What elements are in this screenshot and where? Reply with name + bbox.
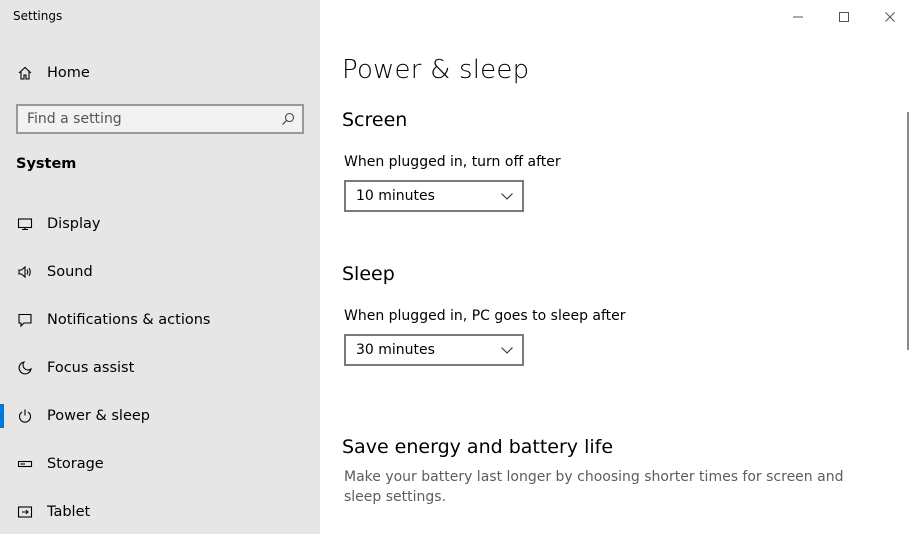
main-content: Power & sleep Screen When plugged in, tu… (320, 0, 913, 534)
sidebar-item-tablet[interactable]: Tablet (0, 492, 320, 532)
close-icon (885, 12, 895, 22)
sidebar-item-sound[interactable]: Sound (0, 252, 320, 292)
chevron-down-icon (501, 193, 513, 200)
sidebar-item-notifications[interactable]: Notifications & actions (0, 300, 320, 340)
sidebar-item-power-sleep[interactable]: Power & sleep (0, 396, 320, 436)
chevron-down-icon (501, 347, 513, 354)
power-icon (16, 407, 34, 425)
sidebar-item-label: Notifications & actions (47, 312, 211, 328)
screen-heading: Screen (342, 109, 408, 131)
scrollbar[interactable] (907, 112, 909, 350)
screen-plugged-in-label: When plugged in, turn off after (344, 154, 561, 170)
storage-icon (16, 455, 34, 473)
home-icon (16, 64, 34, 82)
sleep-plugged-in-label: When plugged in, PC goes to sleep after (344, 308, 626, 324)
sidebar-item-storage[interactable]: Storage (0, 444, 320, 484)
sidebar-item-focus-assist[interactable]: Focus assist (0, 348, 320, 388)
sidebar-item-label: Focus assist (47, 360, 135, 376)
sidebar-item-label: Tablet (47, 504, 91, 520)
search-box[interactable] (16, 104, 304, 134)
close-button[interactable] (867, 4, 913, 30)
home-label: Home (47, 65, 90, 81)
sleep-timeout-dropdown[interactable]: 30 minutes (344, 334, 524, 366)
app-title: Settings (13, 9, 63, 23)
monitor-icon (16, 215, 34, 233)
minimize-button[interactable] (775, 4, 821, 30)
sidebar-item-label: Storage (47, 456, 104, 472)
maximize-icon (839, 12, 849, 22)
save-energy-heading: Save energy and battery life (342, 436, 614, 458)
sidebar-item-label: Display (47, 216, 101, 232)
screen-timeout-dropdown[interactable]: 10 minutes (344, 180, 524, 212)
speaker-icon (16, 263, 34, 281)
moon-icon (16, 359, 34, 377)
sidebar-home[interactable]: Home (16, 60, 90, 86)
sidebar-item-display[interactable]: Display (0, 204, 320, 244)
minimize-icon (793, 16, 803, 18)
dropdown-value: 10 minutes (356, 188, 435, 204)
maximize-button[interactable] (821, 4, 867, 30)
section-label-system: System (16, 156, 77, 172)
search-icon[interactable] (280, 111, 296, 127)
page-title: Power & sleep (342, 55, 530, 85)
message-icon (16, 311, 34, 329)
sidebar: Settings Home System Display Sound Notif… (0, 0, 320, 534)
sleep-heading: Sleep (342, 263, 395, 285)
tablet-icon (16, 503, 34, 521)
search-input[interactable] (18, 106, 302, 132)
sidebar-item-label: Sound (47, 264, 93, 280)
sidebar-item-label: Power & sleep (47, 408, 150, 424)
dropdown-value: 30 minutes (356, 342, 435, 358)
save-energy-description: Make your battery last longer by choosin… (344, 469, 844, 505)
